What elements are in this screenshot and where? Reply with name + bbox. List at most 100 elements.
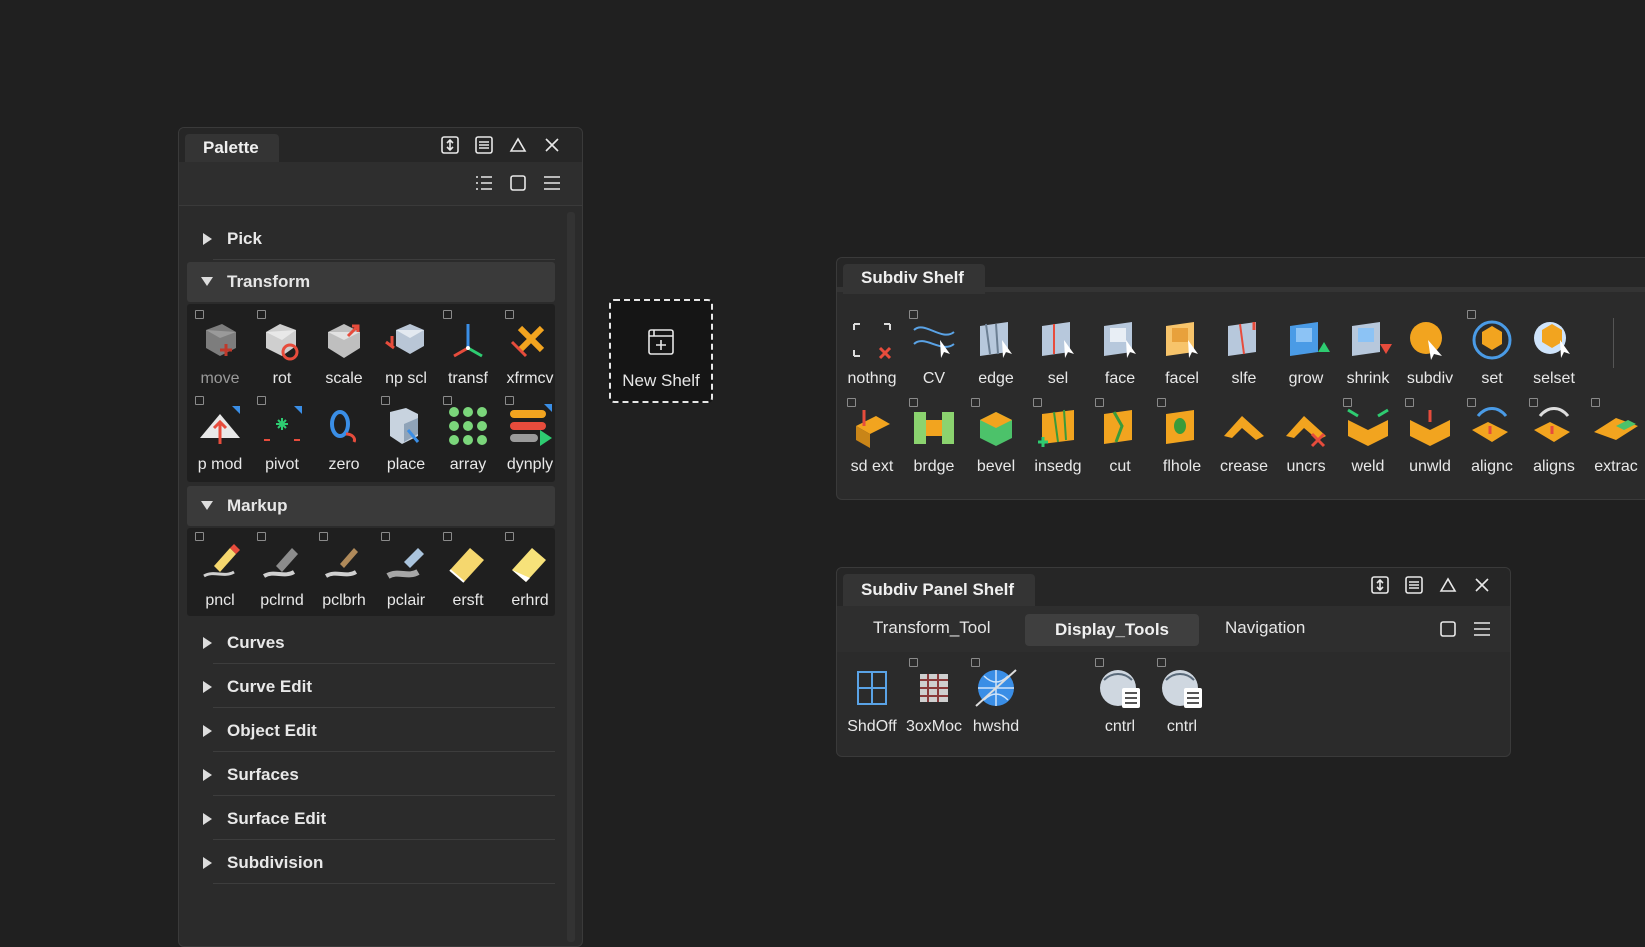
tab-navigation[interactable]: Navigation (1209, 614, 1321, 642)
section-surface-edit[interactable]: Surface Edit (189, 798, 555, 840)
slfe-icon (1228, 322, 1256, 356)
section-transform[interactable]: Transform (187, 262, 555, 302)
face-tool[interactable]: face (1091, 308, 1149, 390)
panel-shelf-tab[interactable]: Subdiv Panel Shelf (843, 574, 1035, 606)
flhole-tool[interactable]: flhole (1153, 396, 1211, 478)
shrink-tool[interactable]: shrink (1339, 308, 1397, 390)
pclair-tool[interactable]: pclair (377, 530, 435, 612)
cv-tool[interactable]: CV (905, 308, 963, 390)
move-tool[interactable]: move (191, 308, 249, 390)
panel-shelf-tabbar: Transform_Tool Display_Tools Navigation (837, 606, 1510, 652)
eraser-soft-icon (449, 548, 484, 583)
tool-label: cut (1109, 458, 1131, 475)
tool-label: slfe (1231, 370, 1257, 387)
p-mod-icon (200, 406, 240, 444)
xfrmcv-tool[interactable]: xfrmcv (501, 308, 559, 390)
collapse-icon[interactable] (1437, 574, 1459, 596)
grow-tool[interactable]: grow (1277, 308, 1335, 390)
close-icon[interactable] (1471, 574, 1493, 596)
weld-tool[interactable]: weld (1339, 396, 1397, 478)
array-tool[interactable]: array (439, 394, 497, 476)
bevel-tool[interactable]: bevel (967, 396, 1025, 478)
xfrmcv-icon (510, 325, 545, 358)
section-surfaces[interactable]: Surfaces (189, 754, 555, 796)
icon-view-icon[interactable] (1437, 618, 1459, 640)
list-view-icon[interactable] (473, 172, 495, 194)
menu-icon[interactable] (1403, 574, 1425, 596)
section-subdivision[interactable]: Subdivision (189, 842, 555, 884)
float-icon[interactable] (439, 134, 461, 156)
tab-display-tools[interactable]: Display_Tools (1025, 614, 1199, 646)
erhrd-tool[interactable]: erhrd (501, 530, 559, 612)
sd-ext-tool[interactable]: sd ext (843, 396, 901, 478)
set-tool[interactable]: set (1463, 308, 1521, 390)
control-icon (1100, 670, 1140, 708)
collapse-icon[interactable] (507, 134, 529, 156)
cntrl-tool-1[interactable]: cntrl (1091, 656, 1149, 738)
extrac-tool[interactable]: extrac (1587, 396, 1645, 478)
section-curves[interactable]: Curves (189, 622, 555, 664)
subdiv-shelf-window: Subdiv Shelf nothng CV edge sel face facel slf… (836, 257, 1645, 500)
subdiv-shelf-row1: nothng CV edge sel face facel slfe grow shrink su… (843, 308, 1645, 394)
slfe-tool[interactable]: slfe (1215, 308, 1273, 390)
section-curve-edit[interactable]: Curve Edit (189, 666, 555, 708)
icon-view-icon[interactable] (507, 172, 529, 194)
tab-transform-tool[interactable]: Transform_Tool (857, 614, 1006, 642)
dynply-tool[interactable]: dynply (501, 394, 559, 476)
weld-icon (1347, 408, 1389, 446)
alignc-tool[interactable]: alignc (1463, 396, 1521, 478)
subdiv-shelf-header: Subdiv Shelf (837, 258, 1645, 294)
shdoff-tool[interactable]: ShdOff (843, 656, 901, 738)
np-scale-tool[interactable]: np scl (377, 308, 435, 390)
pclbrh-tool[interactable]: pclbrh (315, 530, 373, 612)
float-icon[interactable] (1369, 574, 1391, 596)
new-shelf-button[interactable]: New Shelf (609, 299, 713, 403)
menu-icon[interactable] (473, 134, 495, 156)
aligns-tool[interactable]: aligns (1525, 396, 1583, 478)
p-mod-tool[interactable]: p mod (191, 394, 249, 476)
transf-tool[interactable]: transf (439, 308, 497, 390)
palette-tab[interactable]: Palette (185, 134, 279, 162)
selset-tool[interactable]: selset (1525, 308, 1583, 390)
cut-tool[interactable]: cut (1091, 396, 1149, 478)
pclrnd-tool[interactable]: pclrnd (253, 530, 311, 612)
cntrl-tool-2[interactable]: cntrl (1153, 656, 1211, 738)
scale-tool[interactable]: scale (315, 308, 373, 390)
tool-label: alignc (1471, 458, 1513, 475)
place-tool[interactable]: place (377, 394, 435, 476)
sel-icon (1042, 322, 1074, 358)
tool-label: aligns (1533, 458, 1575, 475)
rot-tool[interactable]: rot (253, 308, 311, 390)
palette-scrollbar[interactable] (567, 212, 575, 942)
subdiv-shelf-tab[interactable]: Subdiv Shelf (843, 264, 985, 294)
nothng-tool[interactable]: nothng (843, 308, 901, 390)
tool-label: insedg (1034, 458, 1082, 475)
tool-label: unwld (1409, 458, 1451, 475)
facel-tool[interactable]: facel (1153, 308, 1211, 390)
shade-off-icon (857, 671, 887, 705)
unwld-tool[interactable]: unwld (1401, 396, 1459, 478)
insedg-tool[interactable]: insedg (1029, 396, 1087, 478)
section-markup[interactable]: Markup (187, 486, 555, 526)
shelf-divider (1613, 318, 1614, 368)
subdiv-tool[interactable]: subdiv (1401, 308, 1459, 390)
pivot-tool[interactable]: pivot (253, 394, 311, 476)
section-object-edit[interactable]: Object Edit (189, 710, 555, 752)
boxmod-tool[interactable]: 3oxMoc (905, 656, 963, 738)
sel-tool[interactable]: sel (1029, 308, 1087, 390)
uncrs-tool[interactable]: uncrs (1277, 396, 1335, 478)
brdge-icon (914, 412, 954, 444)
rotate-icon (266, 324, 299, 361)
edge-tool[interactable]: edge (967, 308, 1025, 390)
ersft-tool[interactable]: ersft (439, 530, 497, 612)
panel-shelf-items: ShdOff 3oxMoc hwshd cntrl cntrl (837, 654, 1510, 754)
crease-tool[interactable]: crease (1215, 396, 1273, 478)
options-icon[interactable] (1471, 618, 1493, 640)
zero-tool[interactable]: zero (315, 394, 373, 476)
section-pick[interactable]: Pick (189, 218, 555, 260)
hwshd-tool[interactable]: hwshd (967, 656, 1025, 738)
brdge-tool[interactable]: brdge (905, 396, 963, 478)
pncl-tool[interactable]: pncl (191, 530, 249, 612)
options-icon[interactable] (541, 172, 563, 194)
close-icon[interactable] (541, 134, 563, 156)
